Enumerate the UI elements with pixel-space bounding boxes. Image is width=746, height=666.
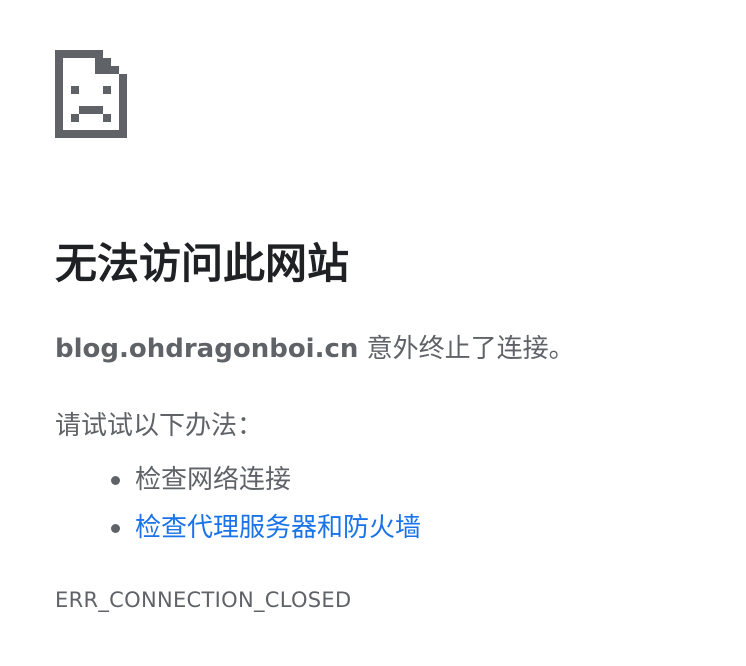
suggestion-check-proxy-firewall: 检查代理服务器和防火墙 [111, 504, 421, 552]
suggestions-heading: 请试试以下办法： [55, 411, 264, 441]
bullet-icon [111, 476, 120, 485]
check-proxy-firewall-link[interactable]: 检查代理服务器和防火墙 [135, 513, 421, 543]
bullet-icon [111, 524, 120, 533]
suggestion-label: 检查网络连接 [135, 465, 292, 495]
suggestions-list: 检查网络连接 检查代理服务器和防火墙 [111, 456, 421, 552]
error-message-text: 意外终止了连接。 [358, 334, 575, 364]
error-code: ERR_CONNECTION_CLOSED [55, 588, 352, 612]
page-title: 无法访问此网站 [55, 239, 350, 288]
site-host: blog.ohdragonboi.cn [55, 334, 359, 364]
sad-page-icon [55, 50, 127, 138]
error-message: blog.ohdragonboi.cn 意外终止了连接。 [55, 331, 575, 367]
suggestion-check-network: 检查网络连接 [111, 456, 421, 504]
